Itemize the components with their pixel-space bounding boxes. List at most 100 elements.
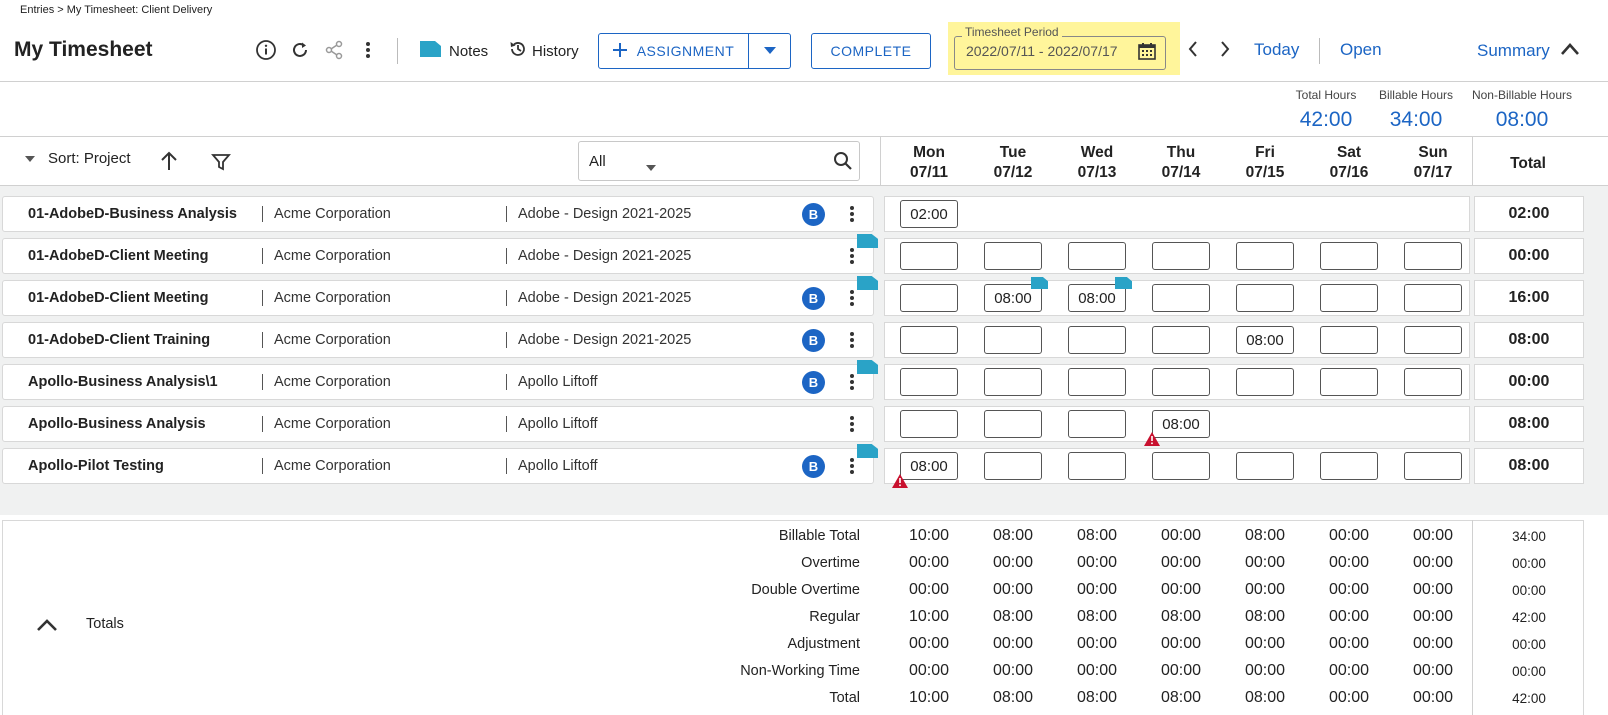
hours-cell[interactable] <box>900 368 958 396</box>
hours-cell[interactable]: 08:00 <box>1236 326 1294 354</box>
hours-cell[interactable] <box>1320 326 1378 354</box>
day-header-weekday: Mon <box>913 144 945 161</box>
summary-toggle[interactable]: Summary <box>1477 41 1550 61</box>
info-icon[interactable] <box>254 38 278 62</box>
add-assignment-button[interactable]: ASSIGNMENT <box>599 34 749 68</box>
hours-cell[interactable]: 08:00 <box>1152 410 1210 438</box>
timesheet-period-legend: Timesheet Period <box>962 25 1062 39</box>
hours-cell[interactable] <box>1068 452 1126 480</box>
row-actions-icon[interactable] <box>847 414 857 434</box>
hours-cell[interactable] <box>1236 242 1294 270</box>
caret-down-icon[interactable] <box>645 159 657 177</box>
row-actions-icon[interactable] <box>847 246 857 266</box>
more-options-icon[interactable] <box>356 38 380 62</box>
totals-value: 00:00 <box>992 662 1034 679</box>
hours-cell[interactable]: 02:00 <box>900 200 958 228</box>
hours-cell[interactable] <box>1404 452 1462 480</box>
refresh-icon[interactable] <box>288 38 312 62</box>
hours-cell[interactable] <box>1404 284 1462 312</box>
assignment-label: ASSIGNMENT <box>636 43 735 59</box>
sort-ascending-icon[interactable] <box>160 151 178 176</box>
hours-cell[interactable] <box>1152 326 1210 354</box>
row-client-name: Acme Corporation <box>274 248 391 264</box>
row-total: 08:00 <box>1474 448 1584 484</box>
totals-row-total: 42:00 <box>1512 691 1546 706</box>
hours-cell[interactable] <box>1404 368 1462 396</box>
assignment-dropdown-button[interactable] <box>749 34 790 68</box>
hours-cell[interactable] <box>1236 452 1294 480</box>
row-actions-icon[interactable] <box>847 456 857 476</box>
totals-value: 00:00 <box>1412 608 1454 625</box>
sort-control[interactable]: Sort: Project <box>24 150 131 167</box>
row-actions-icon[interactable] <box>847 372 857 392</box>
row-actions-icon[interactable] <box>847 204 857 224</box>
hours-cell[interactable] <box>1320 242 1378 270</box>
row-task-name[interactable]: 01-AdobeD-Client Meeting <box>28 290 208 306</box>
next-period-icon[interactable] <box>1219 40 1231 64</box>
notes-button[interactable]: Notes <box>420 38 488 64</box>
totals-value: 00:00 <box>1244 581 1286 598</box>
totals-value: 00:00 <box>992 554 1034 571</box>
filter-select[interactable] <box>578 141 860 181</box>
hours-cell[interactable] <box>1236 368 1294 396</box>
hours-cell[interactable] <box>1152 452 1210 480</box>
hours-cell[interactable] <box>984 242 1042 270</box>
row-total: 16:00 <box>1474 280 1584 316</box>
share-icon[interactable] <box>322 38 346 62</box>
search-icon[interactable] <box>833 151 853 176</box>
totals-value: 00:00 <box>1328 689 1370 706</box>
today-link[interactable]: Today <box>1254 40 1299 60</box>
history-button[interactable]: History <box>508 38 579 64</box>
totals-row-total: 00:00 <box>1512 583 1546 598</box>
row-task-name[interactable]: Apollo-Pilot Testing <box>28 458 164 474</box>
complete-button[interactable]: COMPLETE <box>811 33 931 69</box>
row-task-name[interactable]: 01-AdobeD-Client Training <box>28 332 210 348</box>
totals-value: 00:00 <box>1412 662 1454 679</box>
hours-cell[interactable] <box>984 368 1042 396</box>
row-task-name[interactable]: 01-AdobeD-Business Analysis <box>28 206 237 222</box>
toolbar-divider <box>397 38 398 64</box>
hours-cell[interactable] <box>900 242 958 270</box>
hours-cell[interactable] <box>1152 368 1210 396</box>
row-project-name: Adobe - Design 2021-2025 <box>518 290 692 306</box>
hours-cell[interactable] <box>984 326 1042 354</box>
hours-cell[interactable] <box>1068 410 1126 438</box>
hours-cell[interactable] <box>1152 284 1210 312</box>
row-client-name: Acme Corporation <box>274 458 391 474</box>
totals-value: 08:00 <box>1076 689 1118 706</box>
chevron-up-icon[interactable] <box>1560 42 1580 61</box>
totals-value: 00:00 <box>1244 662 1286 679</box>
hours-cell[interactable] <box>1068 242 1126 270</box>
totals-value: 00:00 <box>1160 581 1202 598</box>
hours-cell[interactable] <box>900 284 958 312</box>
hours-cell[interactable] <box>1320 368 1378 396</box>
warning-icon <box>892 474 908 493</box>
hours-cell[interactable] <box>984 410 1042 438</box>
row-task-name[interactable]: Apollo-Business Analysis\1 <box>28 374 218 390</box>
row-actions-icon[interactable] <box>847 330 857 350</box>
calendar-icon[interactable] <box>1138 42 1156 65</box>
row-day-cells <box>884 196 1470 232</box>
open-status-link[interactable]: Open <box>1340 40 1382 60</box>
row-task-name[interactable]: 01-AdobeD-Client Meeting <box>28 248 208 264</box>
hours-cell[interactable] <box>1068 326 1126 354</box>
hours-cell[interactable]: 08:00 <box>900 452 958 480</box>
hours-cell[interactable] <box>900 326 958 354</box>
filter-icon[interactable] <box>211 152 231 177</box>
row-task-name[interactable]: Apollo-Business Analysis <box>28 416 206 432</box>
row-total: 08:00 <box>1474 406 1584 442</box>
previous-period-icon[interactable] <box>1187 40 1199 64</box>
hours-cell[interactable] <box>900 410 958 438</box>
row-actions-icon[interactable] <box>847 288 857 308</box>
hours-cell[interactable] <box>1152 242 1210 270</box>
chevron-up-icon[interactable] <box>36 618 58 637</box>
hours-cell[interactable] <box>1320 284 1378 312</box>
hours-cell[interactable] <box>1068 368 1126 396</box>
totals-value: 00:00 <box>1076 662 1118 679</box>
hours-cell[interactable] <box>1404 326 1462 354</box>
hours-cell[interactable] <box>1320 452 1378 480</box>
hours-cell[interactable] <box>984 452 1042 480</box>
filter-select-value: All <box>589 153 606 170</box>
hours-cell[interactable] <box>1236 284 1294 312</box>
hours-cell[interactable] <box>1404 242 1462 270</box>
